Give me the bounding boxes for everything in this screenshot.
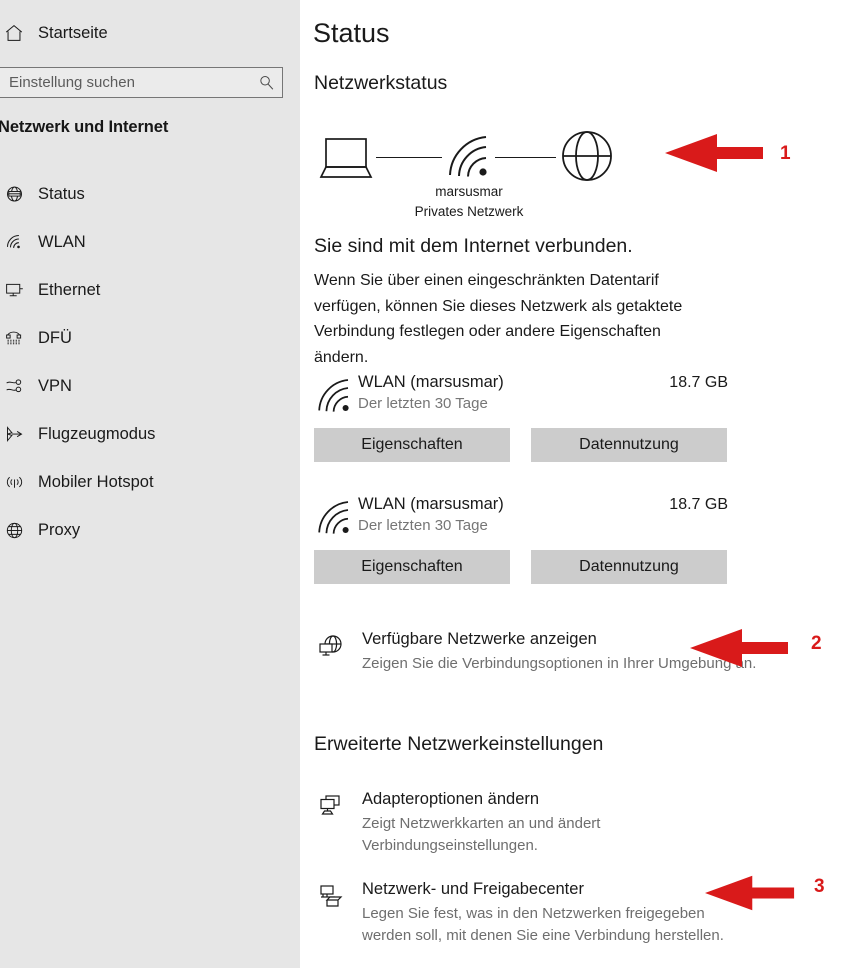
available-networks-title: Verfügbare Netzwerke anzeigen — [362, 630, 597, 648]
sidebar-item-proxy-label: Proxy — [38, 520, 81, 539]
properties-button[interactable]: Eigenschaften — [314, 550, 510, 584]
diagram-connector-line-left — [376, 157, 442, 158]
sidebar-item-wlan-label: WLAN — [38, 232, 86, 251]
sidebar-item-vpn-label: VPN — [38, 376, 72, 395]
search-input[interactable] — [0, 67, 250, 98]
globe-monitor-icon — [317, 633, 347, 663]
sidebar-item-ethernet-label: Ethernet — [38, 280, 101, 299]
sidebar-home-label: Startseite — [38, 23, 108, 42]
connection-row: WLAN (marsusmar) Der letzten 30 Tage 18.… — [300, 492, 730, 544]
sidebar-category-title: Netzwerk und Internet — [0, 118, 169, 136]
annotation-number-2: 2 — [811, 633, 822, 654]
vpn-icon — [1, 373, 27, 399]
sharing-icon — [317, 883, 347, 913]
search-icon[interactable] — [250, 68, 282, 97]
wifi-icon — [446, 133, 496, 186]
settings-window: Startseite Netzwerk und Internet — [0, 0, 853, 968]
sidebar-item-airplane-mode-label: Flugzeugmodus — [38, 424, 156, 443]
connection-data-usage-value: 18.7 GB — [669, 496, 728, 513]
data-usage-button[interactable]: Datennutzung — [531, 428, 727, 462]
connection-block: WLAN (marsusmar) Der letzten 30 Tage 18.… — [300, 492, 730, 584]
data-usage-button[interactable]: Datennutzung — [531, 550, 727, 584]
connection-button-row: Eigenschaften Datennutzung — [314, 550, 744, 584]
sidebar-item-ethernet[interactable]: Ethernet — [0, 266, 300, 314]
sidebar-item-dfue-label: DFÜ — [38, 328, 72, 347]
connection-subtitle: Der letzten 30 Tage — [358, 517, 488, 534]
globe-status-icon — [1, 181, 27, 207]
connected-status-title: Sie sind mit dem Internet verbunden. — [314, 235, 633, 257]
settings-sidebar: Startseite Netzwerk und Internet — [0, 0, 300, 968]
network-status-heading: Netzwerkstatus — [314, 72, 448, 94]
connection-name: WLAN (marsusmar) — [358, 373, 504, 391]
sidebar-item-proxy[interactable]: Proxy — [0, 506, 300, 554]
properties-button[interactable]: Eigenschaften — [314, 428, 510, 462]
connection-data-usage-value: 18.7 GB — [669, 374, 728, 391]
available-networks-description: Zeigen Sie die Verbindungsoptionen in Ih… — [362, 655, 757, 672]
sidebar-item-dfue[interactable]: DFÜ — [0, 314, 300, 362]
globe-icon — [1, 517, 27, 543]
connection-subtitle: Der letzten 30 Tage — [358, 395, 488, 412]
home-icon — [2, 21, 26, 45]
page-title: Status — [313, 18, 390, 48]
annotation-number-1: 1 — [780, 143, 791, 164]
wifi-icon — [316, 498, 356, 538]
sidebar-item-home[interactable]: Startseite — [0, 18, 290, 48]
connection-button-row: Eigenschaften Datennutzung — [314, 428, 744, 462]
sidebar-nav-list: Status WLAN Ethernet DFÜ VPN Flugzeugmod… — [0, 170, 300, 554]
network-sharing-center-description: Legen Sie fest, was in den Netzwerken fr… — [362, 905, 724, 944]
settings-content: Status Netzwerkstatus marsusmar Privates… — [300, 0, 853, 968]
connection-row: WLAN (marsusmar) Der letzten 30 Tage 18.… — [300, 370, 730, 422]
dialup-icon — [1, 325, 27, 351]
globe-icon — [559, 127, 615, 190]
sidebar-item-status-label: Status — [38, 184, 85, 203]
advanced-settings-heading: Erweiterte Netzwerkeinstellungen — [314, 733, 604, 755]
connection-block: WLAN (marsusmar) Der letzten 30 Tage 18.… — [300, 370, 730, 462]
diagram-connector-line-right — [495, 157, 556, 158]
connected-status-description: Wenn Sie über einen eingeschränkten Date… — [314, 272, 683, 366]
network-name: marsusmar — [435, 184, 503, 199]
sidebar-item-mobile-hotspot-label: Mobiler Hotspot — [38, 472, 154, 491]
wifi-icon — [316, 376, 356, 416]
airplane-icon — [1, 421, 27, 447]
laptop-icon — [318, 133, 376, 188]
sidebar-item-vpn[interactable]: VPN — [0, 362, 300, 410]
network-status-diagram: marsusmar Privates Netzwerk — [314, 125, 634, 220]
search-box[interactable] — [0, 67, 283, 98]
network-type: Privates Netzwerk — [414, 204, 524, 219]
adapter-icon — [317, 793, 347, 823]
wifi-icon — [1, 229, 27, 255]
sidebar-item-wlan[interactable]: WLAN — [0, 218, 300, 266]
diagram-caption: marsusmar Privates Netzwerk — [314, 182, 624, 222]
network-sharing-center-title: Netzwerk- und Freigabecenter — [362, 880, 584, 898]
adapter-options-description: Zeigt Netzwerkkarten an und ändert Verbi… — [362, 815, 601, 854]
hotspot-icon — [1, 469, 27, 495]
sidebar-item-mobile-hotspot[interactable]: Mobiler Hotspot — [0, 458, 300, 506]
sidebar-item-status[interactable]: Status — [0, 170, 300, 218]
sidebar-item-airplane-mode[interactable]: Flugzeugmodus — [0, 410, 300, 458]
adapter-options-title: Adapteroptionen ändern — [362, 790, 540, 808]
annotation-number-3: 3 — [814, 876, 825, 897]
connection-name: WLAN (marsusmar) — [358, 495, 504, 513]
monitor-icon — [1, 277, 27, 303]
